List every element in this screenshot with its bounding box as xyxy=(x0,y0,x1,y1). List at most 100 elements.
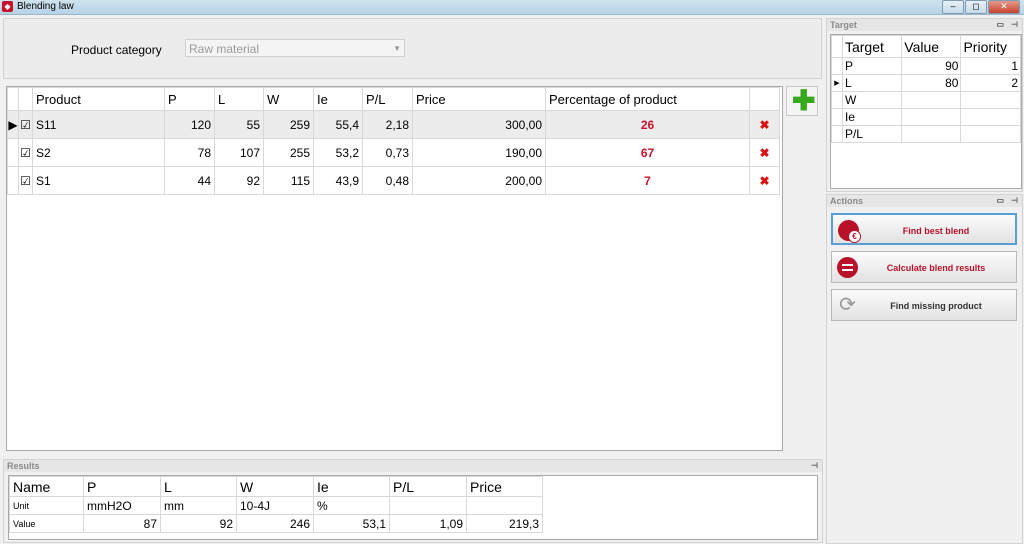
product-ie[interactable]: 55,4 xyxy=(313,110,363,139)
product-ie[interactable]: 43,9 xyxy=(313,166,363,195)
col-header-l[interactable]: L xyxy=(214,87,264,111)
result-unit: mmH2O xyxy=(83,496,161,515)
add-product-button[interactable]: ✚ xyxy=(786,86,818,116)
row-selector-icon: ▶ xyxy=(7,110,19,139)
row-checkbox[interactable]: ☑ xyxy=(18,166,33,195)
results-value-row: Value 87 92 246 53,1 1,09 219,3 xyxy=(9,514,543,533)
col-header-target[interactable]: Target xyxy=(841,35,903,58)
target-grid: Target Value Priority P 90 1 ▶ L 80 2 W xyxy=(830,34,1022,189)
table-row[interactable]: ☑ S2 78 107 255 53,2 0,73 190,00 67 ✖ xyxy=(7,138,780,167)
product-percentage: 7 xyxy=(545,166,750,195)
product-p[interactable]: 78 xyxy=(164,138,215,167)
product-w[interactable]: 255 xyxy=(263,138,314,167)
col-header-priority[interactable]: Priority xyxy=(960,35,1021,58)
row-label-value: Value xyxy=(9,514,84,533)
result-value: 1,09 xyxy=(389,514,467,533)
product-price[interactable]: 300,00 xyxy=(412,110,546,139)
target-name: P/L xyxy=(841,125,903,143)
close-button[interactable]: ✕ xyxy=(988,0,1020,14)
col-header-value[interactable]: Value xyxy=(901,35,962,58)
table-row[interactable]: W xyxy=(831,91,1021,109)
col-header-p[interactable]: P xyxy=(164,87,215,111)
product-price[interactable]: 200,00 xyxy=(412,166,546,195)
table-row[interactable]: ▶ L 80 2 xyxy=(831,74,1021,92)
result-value: 246 xyxy=(236,514,314,533)
product-ie[interactable]: 53,2 xyxy=(313,138,363,167)
target-priority[interactable] xyxy=(960,108,1021,126)
row-selector xyxy=(831,91,843,109)
product-p[interactable]: 120 xyxy=(164,110,215,139)
maximize-panel-icon[interactable]: ▭ xyxy=(996,19,1004,31)
target-value[interactable]: 80 xyxy=(901,74,962,92)
col-header-price[interactable]: Price xyxy=(412,87,546,111)
target-value[interactable] xyxy=(901,91,962,109)
product-w[interactable]: 259 xyxy=(263,110,314,139)
title-bar: ◆ Blending law – ◻ ✕ xyxy=(0,0,1024,15)
row-checkbox[interactable]: ☑ xyxy=(18,138,33,167)
product-w[interactable]: 115 xyxy=(263,166,314,195)
product-name[interactable]: S1 xyxy=(32,166,165,195)
target-value[interactable] xyxy=(901,108,962,126)
pin-icon[interactable]: ⊣ xyxy=(1011,195,1018,207)
target-value[interactable] xyxy=(901,125,962,143)
calculate-blend-button[interactable]: Calculate blend results xyxy=(831,251,1017,283)
target-priority[interactable]: 2 xyxy=(960,74,1021,92)
minimize-button[interactable]: – xyxy=(942,0,964,14)
restore-button[interactable]: ◻ xyxy=(965,0,987,14)
product-pl[interactable]: 0,73 xyxy=(362,138,413,167)
results-panel: Results ⊣ Name P L W Ie P/L Price Unit m… xyxy=(3,459,823,543)
table-row[interactable]: ☑ S1 44 92 115 43,9 0,48 200,00 7 ✖ xyxy=(7,166,780,195)
products-table: Product P L W Ie P/L Price Percentage of… xyxy=(7,87,780,195)
target-panel: Target ▭ ⊣ Target Value Priority P 90 1 … xyxy=(826,18,1023,192)
result-name: Price xyxy=(466,476,543,497)
product-l[interactable]: 55 xyxy=(214,110,264,139)
col-header-pl[interactable]: P/L xyxy=(362,87,413,111)
col-header-product[interactable]: Product xyxy=(32,87,165,111)
product-l[interactable]: 92 xyxy=(214,166,264,195)
find-best-blend-label: Find best blend xyxy=(902,226,970,236)
find-best-blend-button[interactable]: Find best blend xyxy=(831,213,1017,245)
target-priority[interactable] xyxy=(960,125,1021,143)
row-checkbox[interactable]: ☑ xyxy=(18,110,33,139)
target-name: P xyxy=(841,57,903,75)
result-unit: % xyxy=(313,496,390,515)
table-row[interactable]: Ie xyxy=(831,108,1021,126)
result-name: W xyxy=(236,476,314,497)
target-priority[interactable] xyxy=(960,91,1021,109)
actions-header: Actions ▭ ⊣ xyxy=(827,195,1022,207)
product-l[interactable]: 107 xyxy=(214,138,264,167)
product-price[interactable]: 190,00 xyxy=(412,138,546,167)
table-row[interactable]: P/L xyxy=(831,125,1021,143)
results-grid: Name P L W Ie P/L Price Unit mmH2O mm 10… xyxy=(8,475,818,540)
delete-row-icon[interactable]: ✖ xyxy=(749,110,780,139)
target-table: Target Value Priority P 90 1 ▶ L 80 2 W xyxy=(831,35,1021,143)
table-row[interactable]: P 90 1 xyxy=(831,57,1021,75)
col-header-w[interactable]: W xyxy=(263,87,314,111)
row-label-name: Name xyxy=(9,476,84,497)
actions-panel: Actions ▭ ⊣ Find best blend Calculate bl… xyxy=(826,194,1023,544)
product-p[interactable]: 44 xyxy=(164,166,215,195)
col-header-ie[interactable]: Ie xyxy=(313,87,363,111)
product-name[interactable]: S11 xyxy=(32,110,165,139)
find-missing-product-button[interactable]: ⟳ Find missing product xyxy=(831,289,1017,321)
pin-icon[interactable]: ⊣ xyxy=(1011,19,1018,31)
col-header-percentage[interactable]: Percentage of product xyxy=(545,87,750,111)
product-name[interactable]: S2 xyxy=(32,138,165,167)
delete-row-icon[interactable]: ✖ xyxy=(749,138,780,167)
result-name: P xyxy=(83,476,161,497)
table-row[interactable]: ▶ ☑ S11 120 55 259 55,4 2,18 300,00 26 ✖ xyxy=(7,110,780,139)
category-select[interactable]: Raw material ▼ xyxy=(185,39,405,57)
result-value: 92 xyxy=(160,514,237,533)
products-grid: Product P L W Ie P/L Price Percentage of… xyxy=(6,86,783,451)
row-selector xyxy=(831,125,843,143)
target-value[interactable]: 90 xyxy=(901,57,962,75)
product-percentage: 67 xyxy=(545,138,750,167)
product-pl[interactable]: 0,48 xyxy=(362,166,413,195)
maximize-panel-icon[interactable]: ▭ xyxy=(996,195,1004,207)
row-selector xyxy=(7,166,19,195)
target-priority[interactable]: 1 xyxy=(960,57,1021,75)
pin-icon[interactable]: ⊣ xyxy=(811,460,818,472)
product-percentage: 26 xyxy=(545,110,750,139)
delete-row-icon[interactable]: ✖ xyxy=(749,166,780,195)
product-pl[interactable]: 2,18 xyxy=(362,110,413,139)
